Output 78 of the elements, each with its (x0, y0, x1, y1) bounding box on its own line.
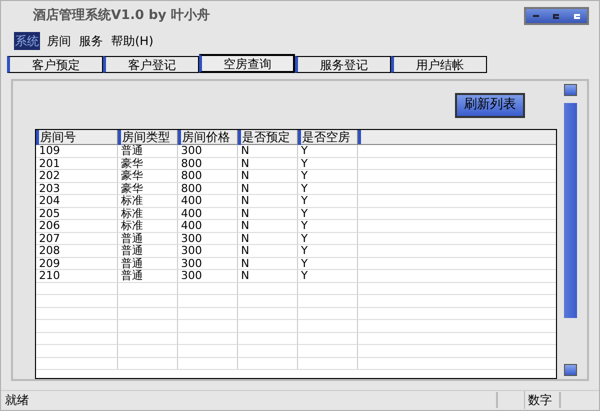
table-cell: 300 (178, 258, 238, 269)
table-cell: 标准 (118, 220, 178, 232)
table-cell: 206 (36, 220, 118, 232)
table-cell: 400 (178, 220, 238, 232)
column-header[interactable]: 是否空房 (298, 130, 358, 145)
table-cell: 800 (178, 182, 238, 194)
table-cell: Y (298, 182, 358, 194)
table-cell: 208 (36, 245, 118, 256)
table-cell: N (238, 220, 298, 232)
table-cell: 202 (36, 170, 118, 182)
table-cell: N (238, 232, 298, 244)
table-cell: 203 (36, 182, 118, 194)
table-cell: Y (298, 232, 358, 244)
table-cell: 800 (178, 170, 238, 182)
table-cell: 豪华 (118, 170, 178, 182)
table-cell: 300 (178, 145, 238, 156)
table-cell: N (238, 145, 298, 156)
menu-item[interactable]: 帮助(H) (110, 32, 154, 50)
scrollbar[interactable] (563, 84, 577, 376)
table-cell: 109 (36, 145, 118, 156)
menu-item[interactable]: 系统 (14, 32, 40, 50)
table-cell: N (238, 170, 298, 182)
minimize-icon[interactable] (533, 15, 540, 17)
status-indicator: 数字 (524, 390, 559, 408)
table-cell: 400 (178, 208, 238, 219)
refresh-button[interactable]: 刷新列表 (455, 92, 525, 118)
tab[interactable]: 服务登记 (295, 56, 391, 73)
table-cell: N (238, 182, 298, 194)
table-cell: 205 (36, 208, 118, 219)
window-controls[interactable] (524, 7, 589, 25)
table-cell: 普通 (118, 270, 178, 282)
table-cell: 标准 (118, 195, 178, 206)
table-cell: 210 (36, 270, 118, 282)
table-cell: Y (298, 195, 358, 206)
column-header[interactable]: 是否预定 (238, 130, 298, 145)
tab[interactable]: 客户预定 (7, 56, 103, 73)
table-cell: 800 (178, 158, 238, 169)
table-cell: 204 (36, 195, 118, 206)
table-cell: 201 (36, 158, 118, 169)
maximize-icon[interactable] (574, 14, 580, 18)
table-cell: Y (298, 220, 358, 232)
table-cell: 豪华 (118, 182, 178, 194)
table-cell: 普通 (118, 245, 178, 256)
table-cell: Y (298, 245, 358, 256)
table-cell: 207 (36, 232, 118, 244)
table-cell: 300 (178, 245, 238, 256)
table-cell: Y (298, 170, 358, 182)
table-cell: 400 (178, 195, 238, 206)
table-cell: N (238, 258, 298, 269)
table-cell: N (238, 208, 298, 219)
table-cell: 普通 (118, 258, 178, 269)
table-cell: Y (298, 158, 358, 169)
table-cell: 300 (178, 270, 238, 282)
table-cell: 普通 (118, 145, 178, 156)
table-cell: Y (298, 208, 358, 219)
table-cell: Y (298, 258, 358, 269)
window-title: 酒店管理系统V1.0 by 叶小舟 (33, 6, 210, 26)
menu-item[interactable]: 服务 (78, 32, 104, 50)
table-cell: 普通 (118, 232, 178, 244)
table-cell: N (238, 245, 298, 256)
table-cell: N (238, 195, 298, 206)
tab[interactable]: 用户结帐 (391, 56, 487, 73)
column-header[interactable]: 房间价格 (178, 130, 238, 145)
table-cell: N (238, 158, 298, 169)
restore-icon[interactable] (553, 14, 560, 18)
table-cell: Y (298, 145, 358, 156)
tab[interactable]: 空房查询 (199, 54, 295, 73)
table-cell: 300 (178, 232, 238, 244)
table-cell: 209 (36, 258, 118, 269)
menu-item[interactable]: 房间 (46, 32, 72, 50)
table-cell: 标准 (118, 208, 178, 219)
column-header[interactable]: 房间号 (36, 130, 118, 145)
status-message: 就绪 (4, 392, 30, 408)
table-cell: 豪华 (118, 158, 178, 169)
tab[interactable]: 客户登记 (103, 56, 199, 73)
column-header[interactable]: 房间类型 (118, 130, 178, 145)
table-cell: N (238, 270, 298, 282)
table-cell: Y (298, 270, 358, 282)
